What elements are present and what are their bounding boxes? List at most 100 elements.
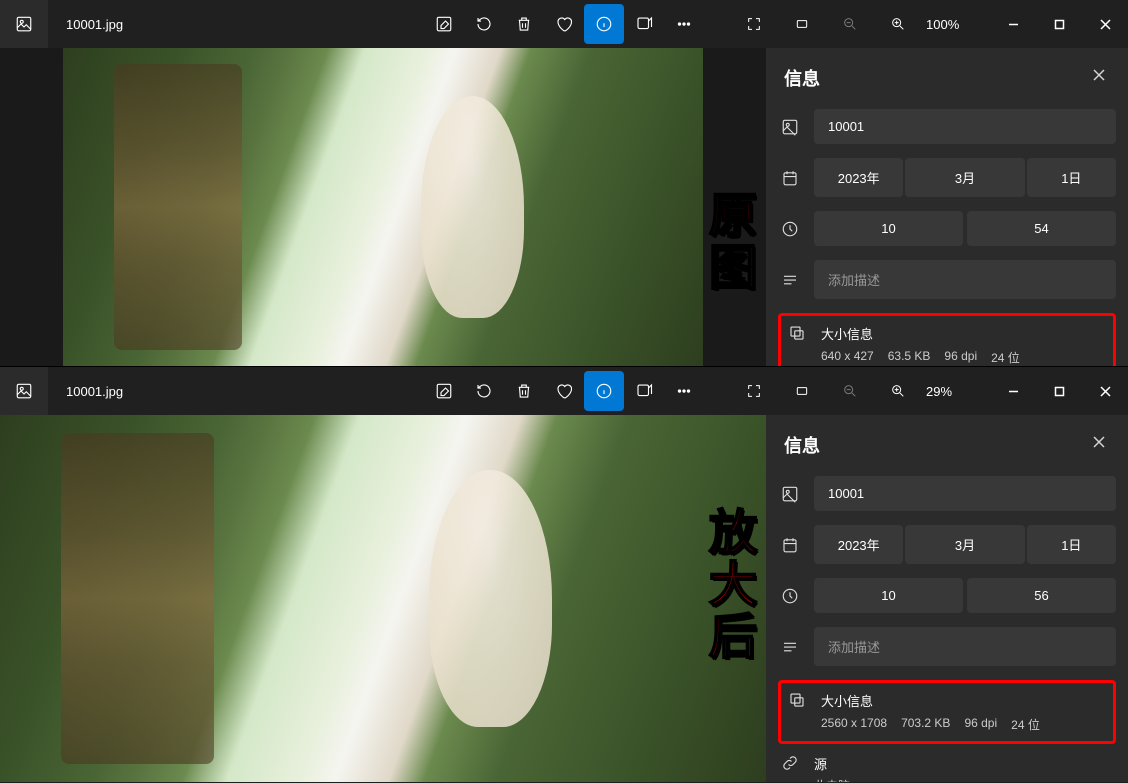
zoom-in-button[interactable] xyxy=(878,371,918,411)
name-field[interactable]: 10001 xyxy=(814,109,1116,144)
right-controls: 29% xyxy=(734,371,1128,411)
bit-depth: 24 位 xyxy=(991,349,1020,366)
filename: 10001.jpg xyxy=(66,17,123,32)
source-section: 源 此电脑 xyxy=(778,754,1116,782)
photo xyxy=(63,48,703,366)
share-button[interactable] xyxy=(624,371,664,411)
viewer-panel-original: 10001.jpg 100% xyxy=(0,0,1128,366)
right-controls: 100% xyxy=(734,4,1128,44)
minimize-button[interactable] xyxy=(990,375,1036,407)
source-label: 源 xyxy=(814,754,1116,773)
name-field[interactable]: 10001 xyxy=(814,476,1116,511)
source-value: 此电脑 xyxy=(814,777,1116,782)
favorite-button[interactable] xyxy=(544,371,584,411)
filename: 10001.jpg xyxy=(66,384,123,399)
day-field[interactable]: 1日 xyxy=(1027,158,1116,197)
description-field[interactable]: 添加描述 xyxy=(814,627,1116,666)
dpi: 96 dpi xyxy=(944,349,977,366)
zoom-controls: 29% xyxy=(734,371,966,411)
zoom-out-button[interactable] xyxy=(830,4,870,44)
hour-field[interactable]: 10 xyxy=(814,211,963,246)
year-field[interactable]: 2023年 xyxy=(814,525,903,564)
fullscreen-button[interactable] xyxy=(734,371,774,411)
edit-button[interactable] xyxy=(424,4,464,44)
delete-button[interactable] xyxy=(504,371,544,411)
zoom-level: 29% xyxy=(926,384,966,399)
zoom-level: 100% xyxy=(926,17,966,32)
image-icon xyxy=(778,118,802,136)
clock-icon xyxy=(778,587,802,605)
clock-icon xyxy=(778,220,802,238)
fit-button[interactable] xyxy=(782,371,822,411)
favorite-button[interactable] xyxy=(544,4,584,44)
app-icon xyxy=(0,367,48,415)
calendar-icon xyxy=(778,536,802,554)
more-button[interactable] xyxy=(664,4,704,44)
annotation-enlarged: 放大后 xyxy=(698,507,756,663)
size-info-section: 大小信息 640 x 427 63.5 KB 96 dpi 24 位 xyxy=(778,313,1116,366)
close-info-button[interactable] xyxy=(1088,64,1110,91)
bit-depth: 24 位 xyxy=(1011,716,1040,733)
info-panel: 信息 10001 2023年 3月 1日 10 xyxy=(766,415,1128,782)
info-panel: 信息 10001 2023年 3月 1日 10 xyxy=(766,48,1128,366)
minute-field[interactable]: 54 xyxy=(967,211,1116,246)
titlebar: 10001.jpg 100% xyxy=(0,0,1128,48)
size-icon xyxy=(785,691,809,709)
rotate-button[interactable] xyxy=(464,4,504,44)
share-button[interactable] xyxy=(624,4,664,44)
fullscreen-button[interactable] xyxy=(734,4,774,44)
image-viewport[interactable] xyxy=(0,48,766,366)
date-fields: 2023年 3月 1日 xyxy=(814,525,1116,564)
delete-button[interactable] xyxy=(504,4,544,44)
description-icon xyxy=(778,271,802,289)
date-fields: 2023年 3月 1日 xyxy=(814,158,1116,197)
info-button[interactable] xyxy=(584,4,624,44)
info-panel-title: 信息 xyxy=(784,432,820,458)
window-controls xyxy=(990,8,1128,40)
month-field[interactable]: 3月 xyxy=(905,158,1024,197)
size-details: 640 x 427 63.5 KB 96 dpi 24 位 xyxy=(821,349,1109,366)
edit-button[interactable] xyxy=(424,371,464,411)
more-button[interactable] xyxy=(664,371,704,411)
zoom-controls: 100% xyxy=(734,4,966,44)
minimize-button[interactable] xyxy=(990,8,1036,40)
calendar-icon xyxy=(778,169,802,187)
hour-field[interactable]: 10 xyxy=(814,578,963,613)
dpi: 96 dpi xyxy=(964,716,997,733)
titlebar: 10001.jpg 29% xyxy=(0,367,1128,415)
time-fields: 10 54 xyxy=(814,211,1116,246)
month-field[interactable]: 3月 xyxy=(905,525,1024,564)
description-field[interactable]: 添加描述 xyxy=(814,260,1116,299)
time-fields: 10 56 xyxy=(814,578,1116,613)
filesize: 63.5 KB xyxy=(888,349,931,366)
annotation-original: 原图 xyxy=(698,190,756,294)
main-area: 原图 信息 10001 2023年 3月 1日 xyxy=(0,48,1128,366)
dimensions: 2560 x 1708 xyxy=(821,716,887,733)
size-info-section: 大小信息 2560 x 1708 703.2 KB 96 dpi 24 位 xyxy=(778,680,1116,744)
zoom-in-button[interactable] xyxy=(878,4,918,44)
minute-field[interactable]: 56 xyxy=(967,578,1116,613)
main-area: 放大后 信息 10001 2023年 3月 1日 xyxy=(0,415,1128,782)
fit-button[interactable] xyxy=(782,4,822,44)
image-icon xyxy=(778,485,802,503)
viewer-panel-enlarged: 10001.jpg 29% xyxy=(0,366,1128,782)
size-title: 大小信息 xyxy=(821,324,1109,343)
close-button[interactable] xyxy=(1082,8,1128,40)
info-button[interactable] xyxy=(584,371,624,411)
rotate-button[interactable] xyxy=(464,371,504,411)
info-panel-title: 信息 xyxy=(784,65,820,91)
zoom-out-button[interactable] xyxy=(830,371,870,411)
day-field[interactable]: 1日 xyxy=(1027,525,1116,564)
toolbar xyxy=(424,371,704,411)
maximize-button[interactable] xyxy=(1036,8,1082,40)
description-icon xyxy=(778,638,802,656)
photo xyxy=(0,415,766,782)
year-field[interactable]: 2023年 xyxy=(814,158,903,197)
size-icon xyxy=(785,324,809,342)
toolbar xyxy=(424,4,704,44)
close-info-button[interactable] xyxy=(1088,431,1110,458)
close-button[interactable] xyxy=(1082,375,1128,407)
app-icon xyxy=(0,0,48,48)
maximize-button[interactable] xyxy=(1036,375,1082,407)
image-viewport[interactable] xyxy=(0,415,766,782)
